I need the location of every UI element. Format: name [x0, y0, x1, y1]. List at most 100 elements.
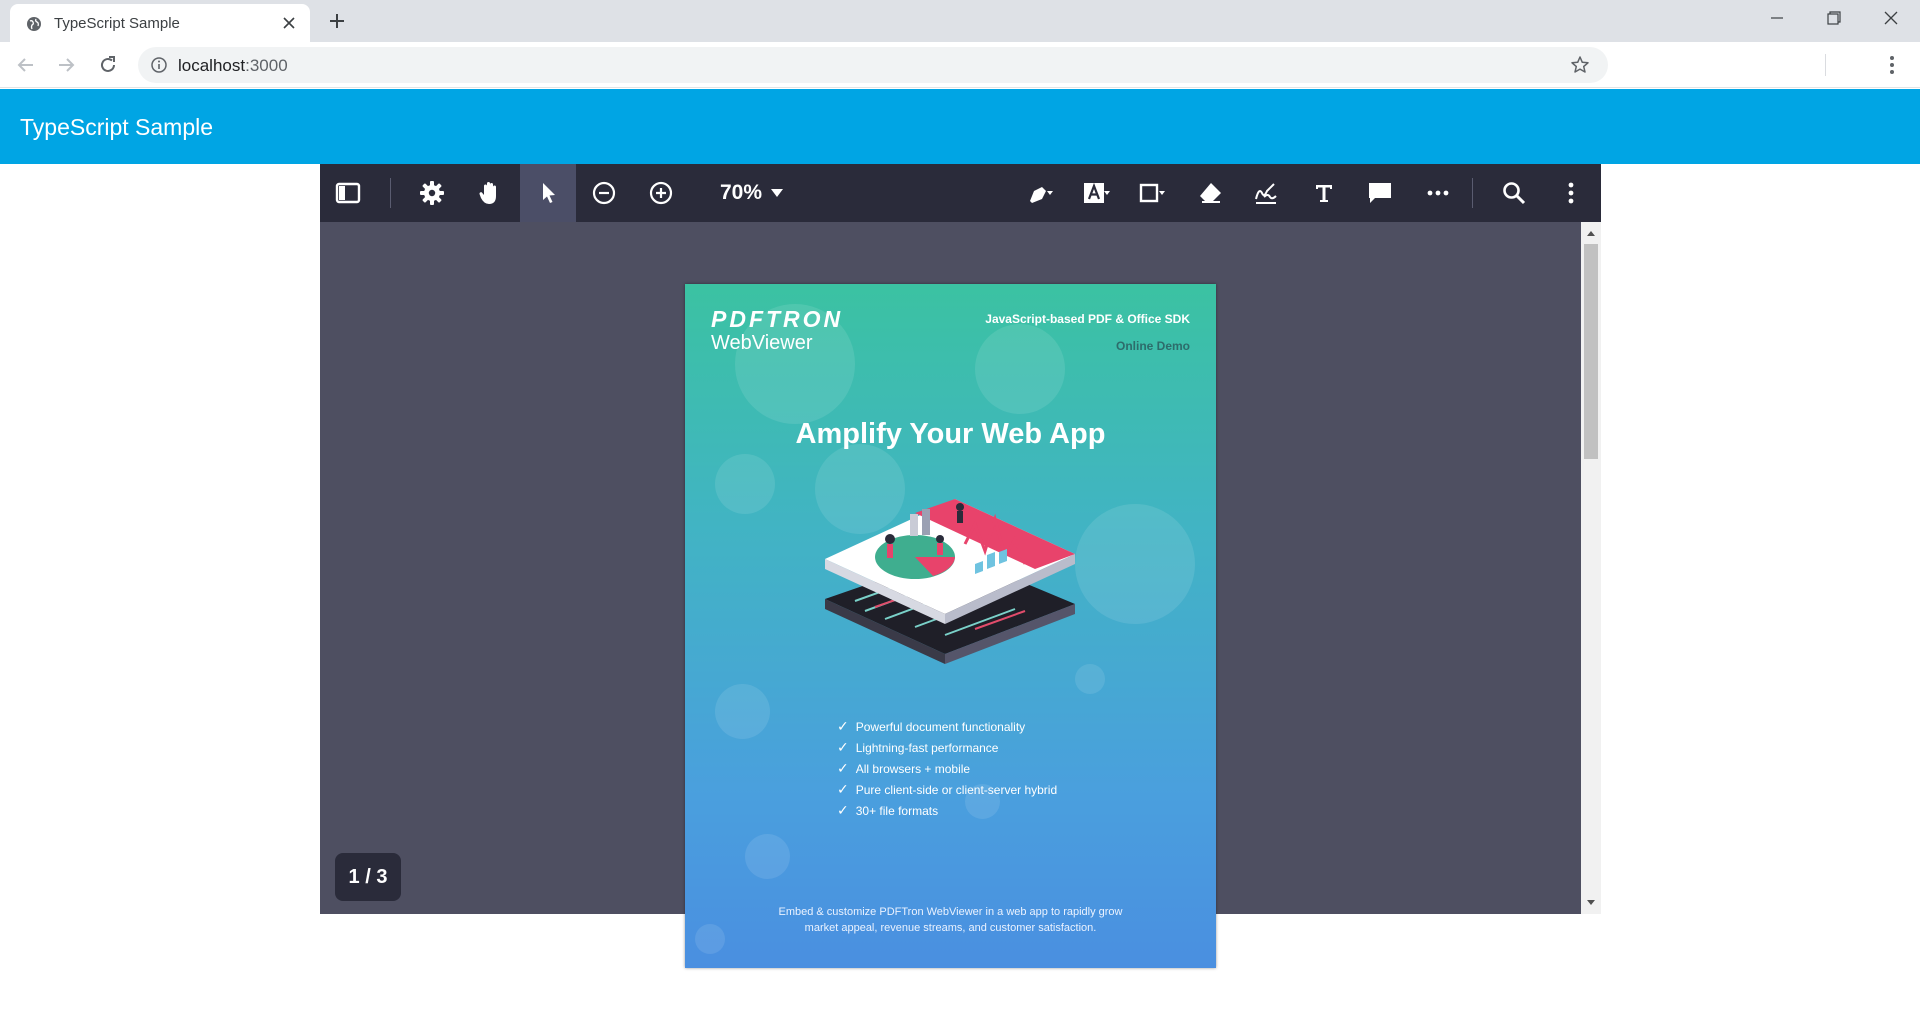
pan-tool-button[interactable]	[462, 164, 518, 222]
more-vertical-icon	[1568, 182, 1574, 204]
feature-list: ✓ Powerful document functionality ✓ Lightn…	[837, 716, 1057, 821]
text-box-tool-button[interactable]	[1066, 164, 1126, 222]
app-header: TypeScript Sample	[0, 89, 1920, 164]
chevron-down-icon	[771, 189, 784, 197]
decorative-circle	[715, 684, 770, 739]
list-item: ✓ 30+ file formats	[837, 800, 1057, 821]
check-icon: ✓	[837, 739, 849, 755]
decorative-circle	[745, 834, 790, 879]
toolbar-separator	[1825, 54, 1826, 76]
check-icon: ✓	[837, 802, 849, 818]
footer-line: Embed & customize PDFTron WebViewer in a…	[778, 906, 1123, 918]
address-bar[interactable]: localhost:3000	[138, 47, 1608, 83]
pdf-page[interactable]: PDFTRON WebViewer JavaScript-based PDF &…	[685, 284, 1216, 968]
browser-tab-strip: TypeScript Sample	[0, 0, 1920, 42]
panel-toggle-icon	[335, 182, 361, 204]
rectangle-shape-icon	[1139, 183, 1165, 203]
tab-title: TypeScript Sample	[54, 15, 180, 32]
feature-text: Lightning-fast performance	[855, 740, 999, 755]
url-text: localhost:3000	[178, 56, 288, 76]
feature-text: Powerful document functionality	[855, 719, 1026, 734]
scroll-down-icon[interactable]	[1585, 898, 1597, 908]
product-name: WebViewer	[711, 332, 813, 354]
new-tab-icon[interactable]	[326, 10, 348, 32]
pan-hand-icon	[479, 182, 496, 204]
brand-logo: PDFTRON	[711, 306, 844, 332]
zoom-level: 70%	[720, 181, 763, 204]
search-button[interactable]	[1486, 164, 1542, 222]
page-footer-text: Embed & customize PDFTron WebViewer in a…	[725, 904, 1176, 936]
page-number-indicator[interactable]: 1 / 3	[335, 853, 401, 901]
headline: Amplify Your Web App	[795, 418, 1106, 450]
shape-tool-button[interactable]	[1122, 164, 1182, 222]
zoom-in-icon	[649, 181, 673, 205]
more-tools-button[interactable]	[1410, 164, 1466, 222]
footer-line: market appeal, revenue streams, and cust…	[804, 922, 1097, 934]
signature-tool-button[interactable]	[1238, 164, 1294, 222]
scrollbar-thumb[interactable]	[1584, 244, 1598, 459]
document-container[interactable]: PDFTRON WebViewer JavaScript-based PDF &…	[320, 222, 1581, 968]
zoom-in-button[interactable]	[633, 164, 689, 222]
viewer-toolbar: 70%	[320, 164, 1601, 222]
viewer-menu-button[interactable]	[1543, 164, 1599, 222]
bookmark-star-icon[interactable]	[1570, 55, 1590, 75]
browser-toolbar: localhost:3000	[0, 42, 1920, 88]
eraser-icon	[1200, 183, 1221, 203]
comment-tool-button[interactable]	[1352, 164, 1408, 222]
demo-label: Online Demo	[1115, 339, 1190, 353]
feature-text: Pure client-side or client-server hybrid	[855, 782, 1058, 797]
zoom-out-icon	[592, 181, 616, 205]
forward-icon[interactable]	[54, 53, 78, 77]
text-box-icon	[1084, 182, 1110, 203]
isometric-dashboard-illustration	[825, 499, 1075, 664]
vertical-scrollbar[interactable]	[1581, 222, 1601, 914]
panel-toggle-button[interactable]	[320, 164, 376, 222]
restore-icon[interactable]	[1818, 6, 1848, 30]
info-icon[interactable]	[150, 56, 168, 74]
decorative-circle	[715, 454, 775, 514]
select-tool-button[interactable]	[520, 164, 576, 222]
close-tab-icon[interactable]	[280, 14, 298, 32]
decorative-circle	[1075, 504, 1195, 624]
highlight-tool-button[interactable]	[1010, 164, 1070, 222]
check-icon: ✓	[837, 718, 849, 734]
back-icon[interactable]	[14, 53, 38, 77]
decorative-circle	[975, 324, 1065, 414]
toolbar-divider	[390, 178, 391, 208]
search-icon	[1503, 182, 1526, 205]
comment-bubble-icon	[1369, 183, 1391, 203]
signature-icon	[1255, 183, 1277, 204]
zoom-out-button[interactable]	[576, 164, 632, 222]
toolbar-divider	[1472, 178, 1473, 208]
pdf-viewer: 70% PDFTRON WebViewer JavaScript-based P…	[320, 164, 1601, 968]
check-icon: ✓	[837, 781, 849, 797]
tagline: JavaScript-based PDF & Office SDK	[985, 312, 1190, 326]
check-icon: ✓	[837, 760, 849, 776]
url-port: :3000	[245, 56, 288, 75]
list-item: ✓ Pure client-side or client-server hybri…	[837, 779, 1057, 800]
free-text-icon	[1316, 185, 1332, 202]
free-text-tool-button[interactable]	[1296, 164, 1352, 222]
settings-icon	[420, 181, 444, 205]
feature-text: 30+ file formats	[855, 803, 939, 818]
highlight-pen-icon	[1030, 187, 1053, 203]
decorative-circle	[695, 924, 725, 954]
more-horizontal-icon	[1427, 190, 1449, 196]
select-pointer-icon	[543, 183, 555, 203]
close-window-icon[interactable]	[1876, 6, 1906, 30]
url-host: localhost	[178, 56, 246, 75]
app-title: TypeScript Sample	[20, 114, 214, 140]
settings-button[interactable]	[404, 164, 460, 222]
scroll-up-icon[interactable]	[1585, 228, 1597, 238]
globe-icon	[27, 17, 41, 31]
browser-tab[interactable]: TypeScript Sample	[10, 4, 310, 42]
browser-menu-icon[interactable]	[1880, 53, 1904, 77]
zoom-dropdown[interactable]: 70%	[720, 164, 820, 222]
list-item: ✓ All browsers + mobile	[837, 758, 1057, 779]
minimize-icon[interactable]	[1762, 6, 1792, 30]
list-item: ✓ Lightning-fast performance	[837, 737, 1057, 758]
feature-text: All browsers + mobile	[855, 761, 971, 776]
list-item: ✓ Powerful document functionality	[837, 716, 1057, 737]
eraser-tool-button[interactable]	[1182, 164, 1238, 222]
reload-icon[interactable]	[96, 53, 120, 77]
